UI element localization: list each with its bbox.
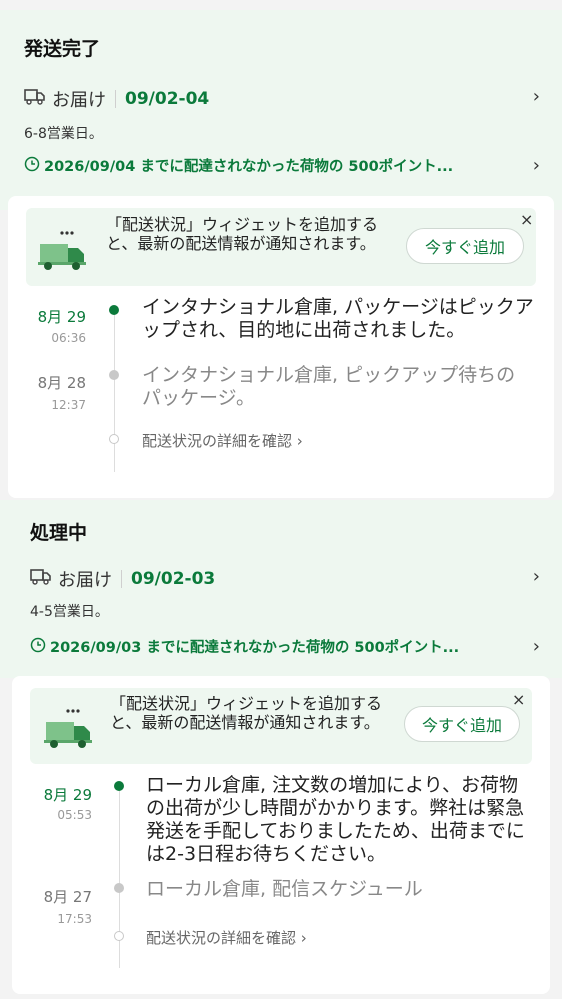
delivery-guarantee-link[interactable]: 2026/09/04 までに配達されなかった荷物の 500ポイント... xyxy=(24,155,512,176)
delivery-row[interactable]: お届け 09/02-04 xyxy=(24,86,544,112)
business-days: 4-5営業日。 xyxy=(30,604,109,620)
delivery-guarantee-link[interactable]: 2026/09/03 までに配達されなかった荷物の 500ポイント... xyxy=(30,636,512,657)
delivery-date: 09/02-04 xyxy=(125,89,210,109)
truck-widget-icon xyxy=(44,708,94,754)
add-widget-button[interactable]: 今すぐ追加 xyxy=(406,228,524,264)
delivery-date: 09/02-03 xyxy=(131,569,216,589)
event-time: 12:37 xyxy=(51,398,86,412)
widget-promo-text: 「配送状況」ウィジェットを追加すると、最新の配送情報が通知されます。 xyxy=(106,215,379,253)
timeline-dot-past xyxy=(109,370,119,380)
delivery-label: お届け xyxy=(58,570,112,591)
event-time: 06:36 xyxy=(51,331,86,345)
section-title: 処理中 xyxy=(30,522,88,544)
delivery-row[interactable]: お届け 09/02-03 xyxy=(30,566,530,592)
tracking-detail-link[interactable]: 配送状況の詳細を確認 › xyxy=(146,927,307,948)
truck-outline-icon xyxy=(30,568,52,591)
event-time: 05:53 xyxy=(57,808,92,822)
guarantee-text: 2026/09/04 までに配達されなかった荷物の 500ポイント... xyxy=(44,159,454,175)
chevron-right-icon[interactable]: › xyxy=(533,86,540,107)
close-icon[interactable]: × xyxy=(520,210,533,229)
section-title: 発送完了 xyxy=(24,38,101,60)
divider xyxy=(121,570,122,588)
truck-widget-icon xyxy=(38,230,88,276)
guarantee-text: 2026/09/03 までに配達されなかった荷物の 500ポイント... xyxy=(50,640,460,656)
chevron-right-icon[interactable]: › xyxy=(533,155,540,176)
event-text: ローカル倉庫, 注文数の増加により、お荷物の出荷が少し時間がかかります。弊社は緊… xyxy=(146,774,525,865)
divider xyxy=(115,90,116,108)
event-text: インタナショナル倉庫, パッケージはピックアップされ、目的地に出荷されました。 xyxy=(142,296,534,341)
timeline-dot-active xyxy=(114,781,124,791)
event-date: 8月 28 xyxy=(37,374,86,392)
event-time: 17:53 xyxy=(57,912,92,926)
timeline-dot-past xyxy=(114,883,124,893)
chevron-right-icon[interactable]: › xyxy=(533,566,540,587)
clock-icon xyxy=(30,637,46,657)
timeline-dot-end xyxy=(114,931,124,941)
clock-icon xyxy=(24,156,40,176)
event-text: インタナショナル倉庫, ピックアップ待ちのパッケージ。 xyxy=(142,364,516,409)
chevron-right-icon[interactable]: › xyxy=(533,636,540,657)
event-date: 8月 29 xyxy=(43,786,92,804)
truck-outline-icon xyxy=(24,88,46,111)
timeline-line xyxy=(114,312,115,472)
timeline-dot-end xyxy=(109,434,119,444)
add-widget-button[interactable]: 今すぐ追加 xyxy=(404,706,520,742)
event-date: 8月 29 xyxy=(37,308,86,326)
close-icon[interactable]: × xyxy=(512,690,525,709)
timeline-line xyxy=(119,790,120,968)
business-days: 6-8営業日。 xyxy=(24,126,103,142)
event-text: ローカル倉庫, 配信スケジュール xyxy=(146,878,423,900)
timeline-dot-active xyxy=(109,305,119,315)
delivery-label: お届け xyxy=(52,90,106,111)
event-date: 8月 27 xyxy=(43,888,92,906)
tracking-detail-link[interactable]: 配送状況の詳細を確認 › xyxy=(142,430,303,451)
widget-promo-text: 「配送状況」ウィジェットを追加すると、最新の配送情報が通知されます。 xyxy=(110,694,383,732)
